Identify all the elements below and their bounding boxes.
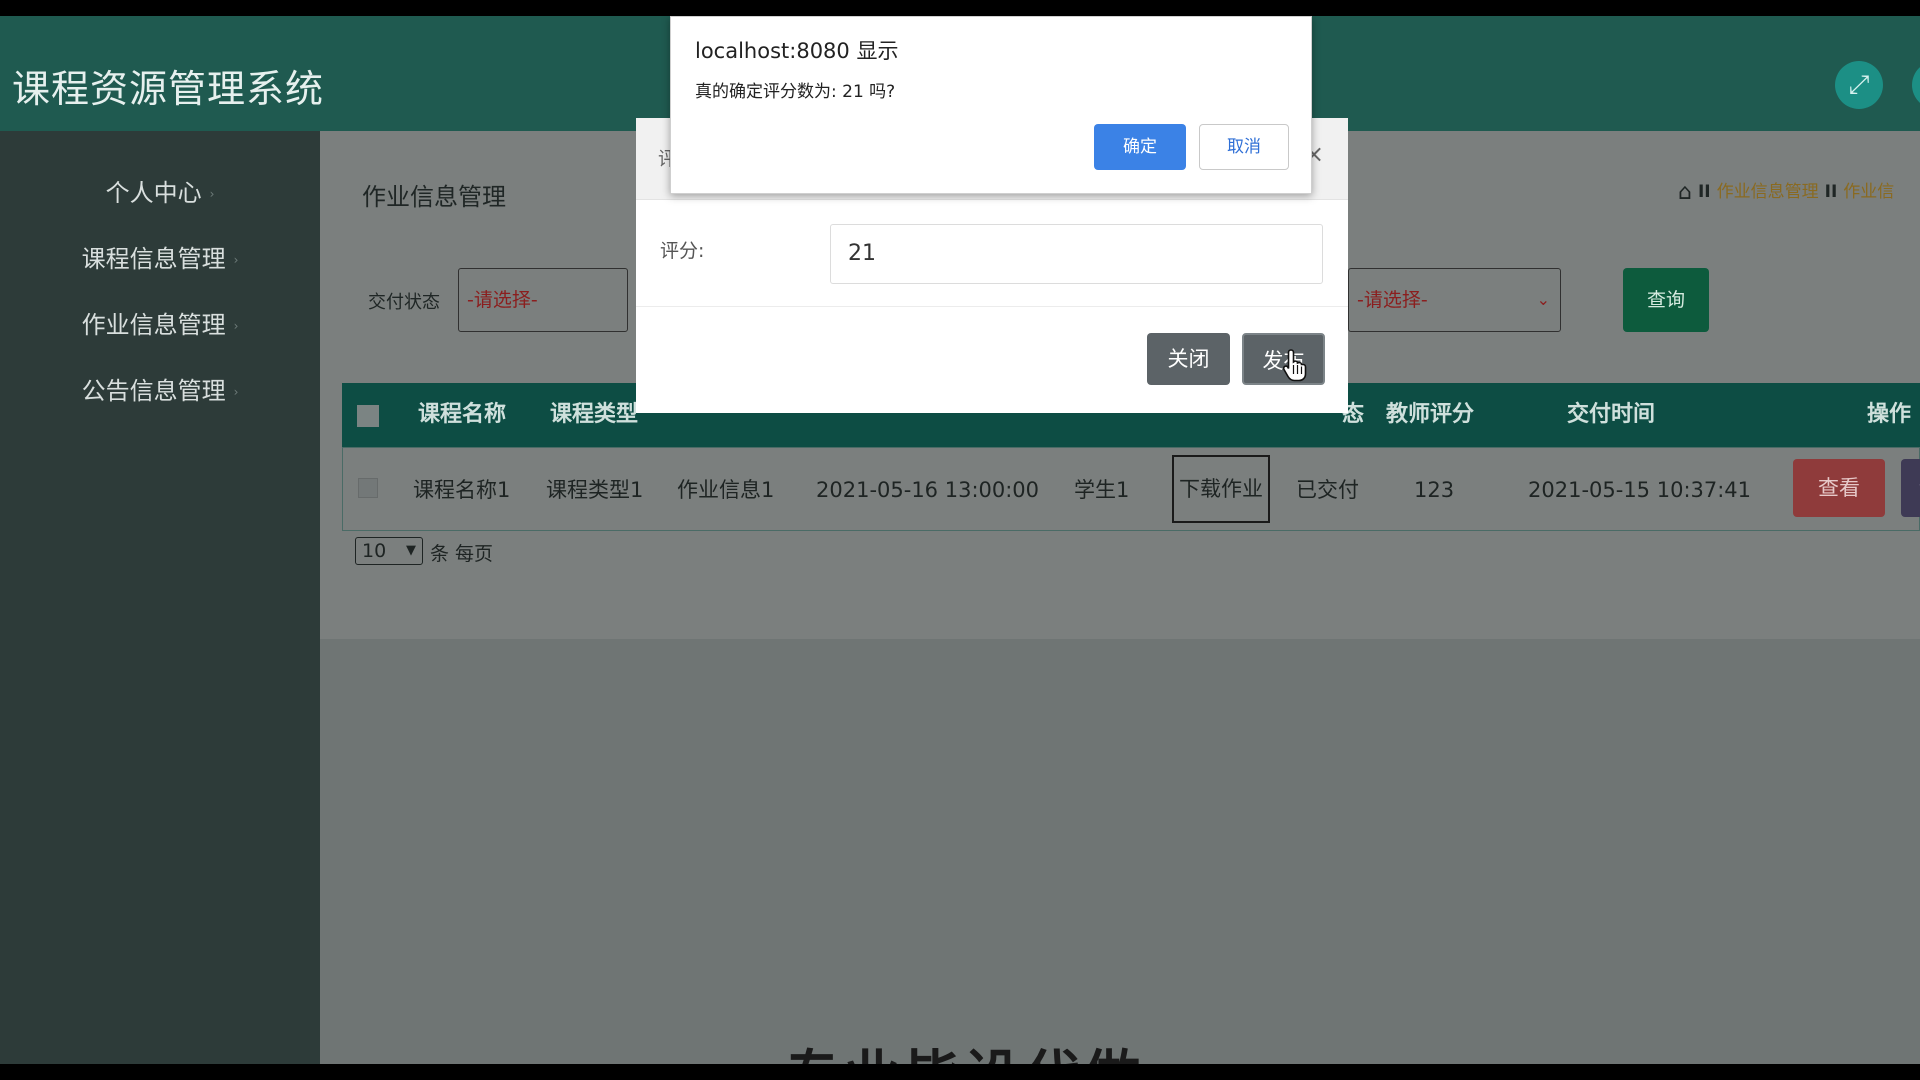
cell-homework-info: 作业信息1 [677, 478, 775, 502]
cell-status: 已交付 [1296, 478, 1359, 502]
confirm-dialog: localhost:8080 显示 真的确定评分数为: 21 吗? 确定 取消 [670, 16, 1312, 194]
chevron-right-icon: › [233, 253, 239, 267]
score-button[interactable]: 评 [1901, 459, 1920, 517]
score-label: 评分: [660, 240, 705, 262]
breadcrumb: ⌂ II 作业信息管理 II 作业信 [1678, 180, 1895, 205]
sidebar-item-homework-info[interactable]: 作业信息管理 › [0, 305, 320, 340]
app-window: 课程资源管理系统 ⤢ 个人中心 › 课程信息管理 › 作业信息管理 › 公告信息管理 ›… [0, 16, 1920, 1064]
ok-button[interactable]: 确定 [1094, 124, 1186, 170]
video-subtitle: 专业毕设代做 [784, 1032, 1144, 1064]
column-header[interactable]: 交付时间 [1567, 383, 1655, 447]
breadcrumb-item[interactable]: 作业信 [1843, 182, 1894, 202]
select-all-checkbox[interactable] [357, 405, 379, 427]
chevron-right-icon: › [233, 319, 239, 333]
sidebar-item-label: 公告信息管理 [81, 377, 226, 405]
chevron-right-icon: › [233, 385, 239, 399]
delivery-status-select[interactable]: -请选择- [458, 268, 628, 332]
view-button[interactable]: 查看 [1793, 459, 1885, 517]
sidebar: 个人中心 › 课程信息管理 › 作业信息管理 › 公告信息管理 › [0, 131, 320, 1064]
app-title: 课程资源管理系统 [12, 67, 325, 111]
delivery-status-label: 交付状态 [368, 292, 440, 313]
cancel-button[interactable]: 取消 [1199, 124, 1289, 170]
divider [636, 306, 1348, 307]
column-header[interactable]: 课程名称 [418, 383, 506, 447]
select-value: -请选择- [1357, 289, 1428, 311]
row-checkbox[interactable] [358, 478, 378, 498]
sidebar-item-label: 课程信息管理 [81, 245, 226, 273]
chevron-right-icon: › [209, 187, 215, 201]
sidebar-item-label: 作业信息管理 [81, 311, 226, 339]
chevron-down-icon: ▼ [406, 543, 416, 558]
cell-deadline: 2021-05-16 13:00:00 [816, 478, 1040, 502]
close-button[interactable]: 关闭 [1147, 333, 1230, 385]
cell-course-name: 课程名称1 [413, 478, 511, 502]
per-page-label: 条 每页 [430, 543, 494, 565]
home-icon[interactable]: ⌂ [1678, 180, 1692, 205]
cell-course-type: 课程类型1 [546, 478, 644, 502]
page-size-select[interactable]: 10 ▼ [355, 537, 423, 565]
dialog-message: 真的确定评分数为: 21 吗? [695, 82, 896, 102]
query-button[interactable]: 查询 [1623, 268, 1709, 332]
page-size-value: 10 [362, 540, 387, 562]
header-action-button[interactable] [1912, 61, 1920, 109]
sidebar-item-notice-info[interactable]: 公告信息管理 › [0, 371, 320, 406]
select-value: -请选择- [467, 289, 538, 311]
column-header[interactable]: 教师评分 [1386, 383, 1474, 447]
cell-teacher-score: 123 [1414, 478, 1455, 502]
score-input[interactable]: 21 [830, 224, 1323, 284]
dialog-origin: localhost:8080 显示 [695, 39, 899, 63]
expand-icon[interactable]: ⤢ [1835, 61, 1883, 109]
column-header: 操作 [1867, 402, 1912, 427]
sidebar-item-course-info[interactable]: 课程信息管理 › [0, 239, 320, 274]
sidebar-item-label: 个人中心 [105, 179, 202, 207]
table-row: 课程名称1 课程类型1 作业信息1 2021-05-16 13:00:00 学生… [342, 447, 1920, 531]
filter-select[interactable]: -请选择- ⌄ [1348, 268, 1561, 332]
chevron-down-icon: ⌄ [1536, 290, 1550, 309]
page-title: 作业信息管理 [362, 183, 506, 211]
column-header[interactable]: 课程类型 [550, 383, 638, 447]
breadcrumb-item[interactable]: 作业信息管理 [1717, 182, 1819, 202]
download-homework-button[interactable]: 下载作业 [1172, 455, 1270, 523]
cell-student: 学生1 [1074, 478, 1130, 502]
cell-delivery-time: 2021-05-15 10:37:41 [1528, 478, 1752, 502]
sidebar-item-personal-center[interactable]: 个人中心 › [0, 173, 320, 208]
hand-cursor-icon [1282, 349, 1307, 382]
